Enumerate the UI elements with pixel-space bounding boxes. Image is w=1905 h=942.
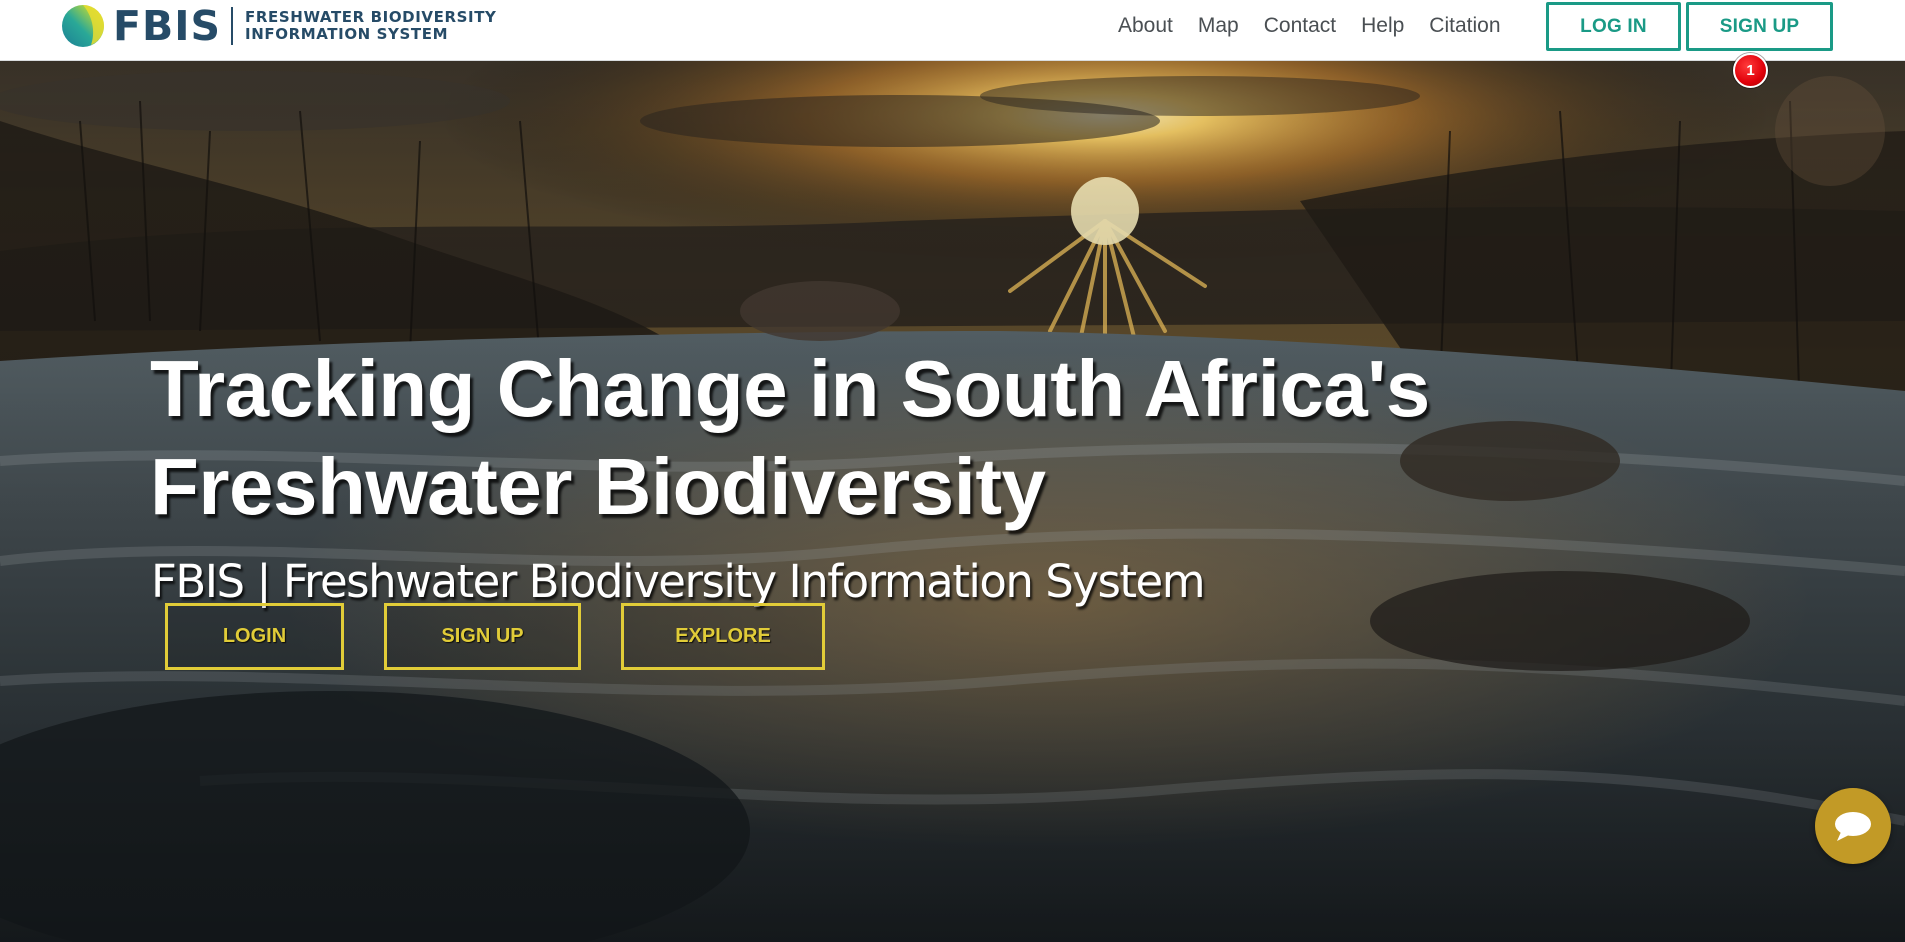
hero-signup-button[interactable]: SIGN UP xyxy=(384,603,581,670)
hero-section: Tracking Change in South Africa's Freshw… xyxy=(0,61,1905,942)
brand-subtitle-line-1: FRESHWATER BIODIVERSITY xyxy=(245,8,497,26)
nav-link-about[interactable]: About xyxy=(1105,1,1185,51)
brand-subtitle: FRESHWATER BIODIVERSITY INFORMATION SYST… xyxy=(245,9,496,43)
fbis-globe-logo-icon xyxy=(62,5,104,47)
hero-title: Tracking Change in South Africa's Freshw… xyxy=(150,344,1430,531)
hero-subtitle: FBIS | Freshwater Biodiversity Informati… xyxy=(151,555,1206,608)
hero-login-button[interactable]: LOGIN xyxy=(165,603,344,670)
nav-login-button[interactable]: LOG IN xyxy=(1546,2,1681,51)
chat-button[interactable] xyxy=(1815,788,1891,864)
nav-links: About Map Contact Help Citation xyxy=(1105,0,1513,52)
brand-divider xyxy=(231,7,234,45)
nav-link-help[interactable]: Help xyxy=(1349,1,1417,51)
chat-bubble-icon xyxy=(1835,812,1871,841)
top-navbar: FBIS FRESHWATER BIODIVERSITY INFORMATION… xyxy=(0,0,1905,61)
nav-link-map[interactable]: Map xyxy=(1185,1,1251,51)
hero-explore-button[interactable]: EXPLORE xyxy=(621,603,825,670)
nav-signup-button[interactable]: SIGN UP xyxy=(1686,2,1833,51)
nav-link-contact[interactable]: Contact xyxy=(1251,1,1348,51)
nav-link-citation[interactable]: Citation xyxy=(1417,1,1513,51)
brand-subtitle-line-2: INFORMATION SYSTEM xyxy=(245,25,449,43)
notification-badge: 1 xyxy=(1733,53,1768,88)
brand-logo-link[interactable]: FBIS FRESHWATER BIODIVERSITY INFORMATION… xyxy=(61,4,497,48)
brand-mark: FBIS xyxy=(113,2,222,50)
